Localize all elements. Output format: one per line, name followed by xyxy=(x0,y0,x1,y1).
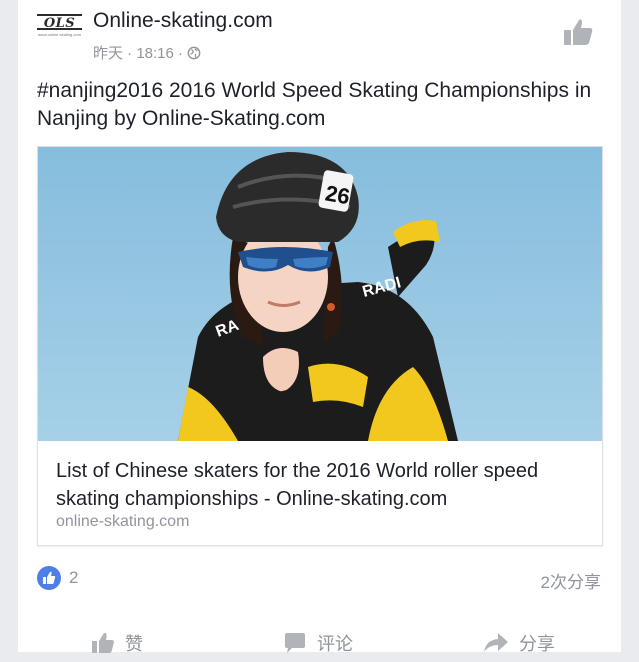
page-logo[interactable]: OLS www.online-skating.com xyxy=(37,8,82,48)
share-arrow-icon xyxy=(484,633,508,652)
like-page-icon[interactable] xyxy=(561,15,595,49)
post-text: #nanjing2016 2016 World Speed Skating Ch… xyxy=(37,79,592,130)
link-image[interactable]: RADIUS RADI 26 xyxy=(38,147,602,441)
action-bar: 赞 评论 分享 xyxy=(18,622,621,662)
post-card: OLS www.online-skating.com Online-skatin… xyxy=(18,0,621,654)
link-title[interactable]: List of Chinese skaters for the 2016 Wor… xyxy=(56,457,591,513)
skater-illustration: RADIUS RADI 26 xyxy=(38,147,602,441)
post-time[interactable]: 昨天 · 18:16 · xyxy=(93,42,183,63)
comment-button[interactable]: 评论 xyxy=(283,630,353,656)
share-label: 分享 xyxy=(519,634,555,654)
share-button[interactable]: 分享 xyxy=(483,630,555,656)
svg-text:26: 26 xyxy=(323,180,351,209)
like-label: 赞 xyxy=(125,634,143,654)
page-name[interactable]: Online-skating.com xyxy=(93,9,273,33)
thumbs-up-icon xyxy=(92,632,114,653)
like-reaction-icon xyxy=(37,566,61,590)
globe-icon xyxy=(187,46,201,59)
like-button[interactable]: 赞 xyxy=(91,630,143,656)
reaction-summary[interactable]: 2 xyxy=(37,566,78,590)
logo-mark: OLS xyxy=(37,14,82,31)
share-count[interactable]: 2次分享 xyxy=(541,568,601,593)
link-preview[interactable]: RADIUS RADI 26 xyxy=(37,146,603,546)
comment-label: 评论 xyxy=(317,634,353,654)
link-domain: online-skating.com xyxy=(56,513,190,530)
post-meta: 昨天 · 18:16 · xyxy=(93,42,201,63)
comment-icon xyxy=(285,633,305,653)
reaction-count: 2 xyxy=(69,568,79,587)
logo-subtext: www.online-skating.com xyxy=(38,32,81,37)
